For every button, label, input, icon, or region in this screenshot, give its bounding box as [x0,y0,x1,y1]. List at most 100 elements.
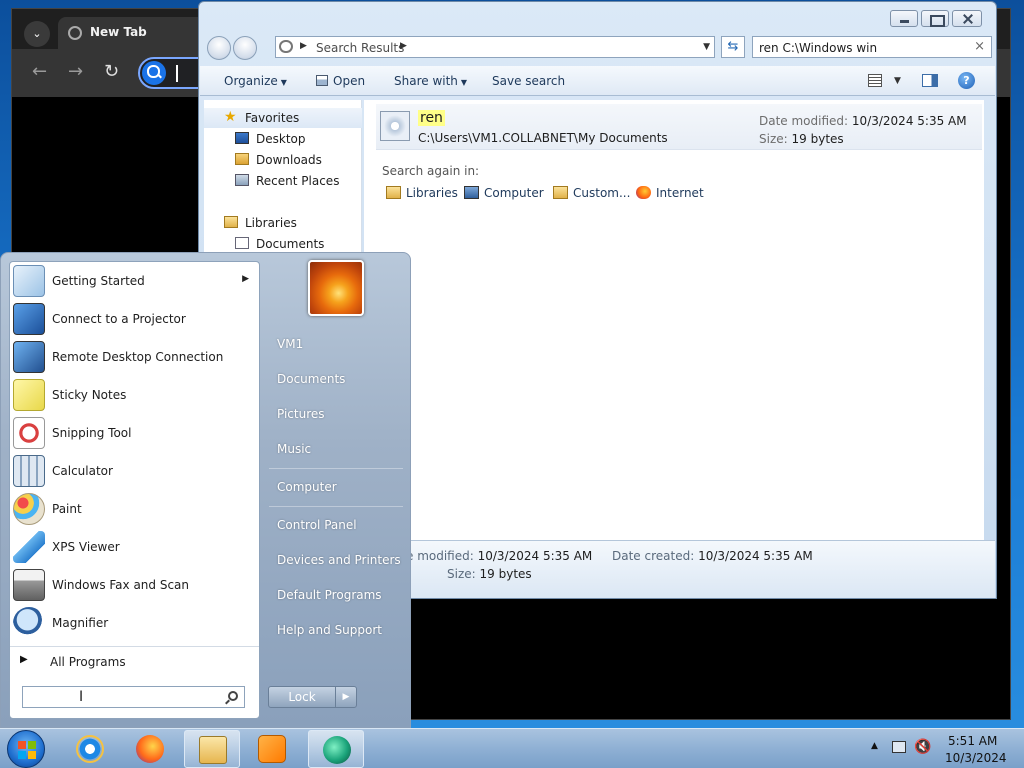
reload-icon[interactable]: ↻ [104,63,119,81]
program-windows-fax-scan[interactable]: Windows Fax and Scan [10,567,259,603]
taskbar-firefox[interactable] [122,730,178,768]
search-again-computer[interactable]: Computer [464,186,544,200]
program-xps-viewer[interactable]: XPS Viewer [10,529,259,565]
preview-pane-icon[interactable] [922,74,938,87]
clock-date[interactable]: 10/3/2024 [945,751,1007,765]
lock-button[interactable]: Lock [268,686,336,708]
volume-muted-icon[interactable]: 🔇 [914,739,931,755]
start-link-devices-printers[interactable]: Devices and Printers [266,546,406,574]
nav-item-favorites[interactable]: ★ Favorites [204,108,362,128]
magnifier-icon [13,607,45,639]
user-avatar[interactable] [308,260,364,316]
result-file-path: C:\Users\VM1.COLLABNET\My Documents [418,131,668,145]
back-button[interactable] [207,36,231,60]
start-link-user[interactable]: VM1 [266,330,406,358]
start-link-label: Documents [277,372,346,386]
caption-buttons [887,10,982,27]
breadcrumb-search-results[interactable]: Search Results [316,41,404,55]
program-paint[interactable]: Paint [10,491,259,527]
getting-started-icon [13,265,45,297]
clock-time[interactable]: 5:51 AM [948,734,997,748]
program-connect-to-projector[interactable]: Connect to a Projector [10,301,259,337]
start-link-control-panel[interactable]: Control Panel [266,511,406,539]
nav-item-label: Desktop [256,132,306,146]
computer-icon [464,186,479,199]
program-sticky-notes[interactable]: Sticky Notes [10,377,259,413]
forward-button[interactable] [233,36,257,60]
taskbar: ▲ 🔇 5:51 AM 10/3/2024 [0,728,1024,768]
start-link-help-support[interactable]: Help and Support [266,616,406,644]
search-input[interactable]: ren C:\Windows win × [752,36,992,58]
start-link-computer[interactable]: Computer [266,473,406,501]
address-dropdown-icon[interactable]: ▼ [703,42,710,52]
search-icon[interactable] [228,691,238,701]
program-label: Paint [52,502,82,516]
forward-icon[interactable]: → [68,63,83,81]
all-programs-button[interactable]: ▶ All Programs [10,646,259,676]
refresh-button[interactable]: ⇆ [721,36,745,58]
tab-search-menu-button[interactable]: ⌄ [24,21,50,47]
start-link-label: Control Panel [277,518,357,532]
taskbar-internet-explorer[interactable] [62,730,118,768]
shutdown-options-button[interactable]: ▶ [335,686,357,708]
program-snipping-tool[interactable]: Snipping Tool [10,415,259,451]
start-menu-separator [269,468,403,469]
start-link-default-programs[interactable]: Default Programs [266,581,406,609]
address-bar[interactable]: ▶ Search Results ▶ ▼ [275,36,715,58]
start-link-documents[interactable]: Documents [266,365,406,393]
save-search-button[interactable]: Save search [492,74,565,88]
breadcrumb-arrow-icon[interactable]: ▶ [300,41,307,51]
change-view-icon[interactable] [868,74,882,87]
paint-icon [13,493,45,525]
globe-icon [68,26,82,40]
back-icon[interactable]: ← [32,63,47,81]
command-bar: Organize ▼ Open Share with ▼ Save search ▼… [200,66,995,96]
share-with-button[interactable]: Share with ▼ [394,74,467,88]
start-link-pictures[interactable]: Pictures [266,400,406,428]
show-hidden-icons-icon[interactable]: ▲ [871,741,878,751]
taskbar-windows-explorer[interactable] [184,730,240,768]
start-search-box[interactable]: I [22,686,245,708]
start-button[interactable] [7,730,45,768]
start-link-label: Pictures [277,407,325,421]
sticky-notes-icon [13,379,45,411]
help-icon[interactable]: ? [958,72,975,89]
breadcrumb-arrow-icon[interactable]: ▶ [400,41,407,51]
firefox-icon [636,186,651,199]
fax-scan-icon [13,569,45,601]
program-label: Snipping Tool [52,426,132,440]
nav-item-label: Libraries [245,216,297,230]
search-again-link-label: Internet [656,186,704,200]
organize-button[interactable]: Organize ▼ [224,74,287,88]
program-getting-started[interactable]: Getting Started ▶ [10,263,259,299]
network-icon[interactable] [892,741,906,753]
remote-desktop-icon [13,341,45,373]
snipping-tool-icon [13,417,45,449]
results-pane: ren C:\Users\VM1.COLLABNET\My Documents … [364,100,984,596]
start-search-input[interactable] [25,688,215,706]
start-link-music[interactable]: Music [266,435,406,463]
program-calculator[interactable]: Calculator [10,453,259,489]
media-player-icon [258,735,286,763]
program-magnifier[interactable]: Magnifier [10,605,259,641]
open-button[interactable]: Open [316,74,365,88]
search-again-custom[interactable]: Custom... [553,186,630,200]
search-again-internet[interactable]: Internet [636,186,704,200]
open-label: Open [333,74,366,88]
close-button[interactable] [952,10,982,27]
program-label: Sticky Notes [52,388,127,402]
browser-tab[interactable]: New Tab [58,17,208,49]
taskbar-media-player[interactable] [244,730,300,768]
minimize-button[interactable] [890,10,918,27]
program-remote-desktop[interactable]: Remote Desktop Connection [10,339,259,375]
clear-search-icon[interactable]: × [974,39,985,54]
maximize-button[interactable] [921,10,949,27]
search-again-libraries[interactable]: Libraries [386,186,458,200]
submenu-arrow-icon: ▶ [242,274,249,284]
taskbar-app[interactable] [308,730,364,768]
view-dropdown-icon[interactable]: ▼ [894,76,901,86]
search-again-link-label: Libraries [406,186,458,200]
nav-item-label: Favorites [245,111,300,125]
search-again-link-label: Custom... [573,186,631,200]
search-result-item[interactable]: ren C:\Users\VM1.COLLABNET\My Documents … [376,104,982,150]
